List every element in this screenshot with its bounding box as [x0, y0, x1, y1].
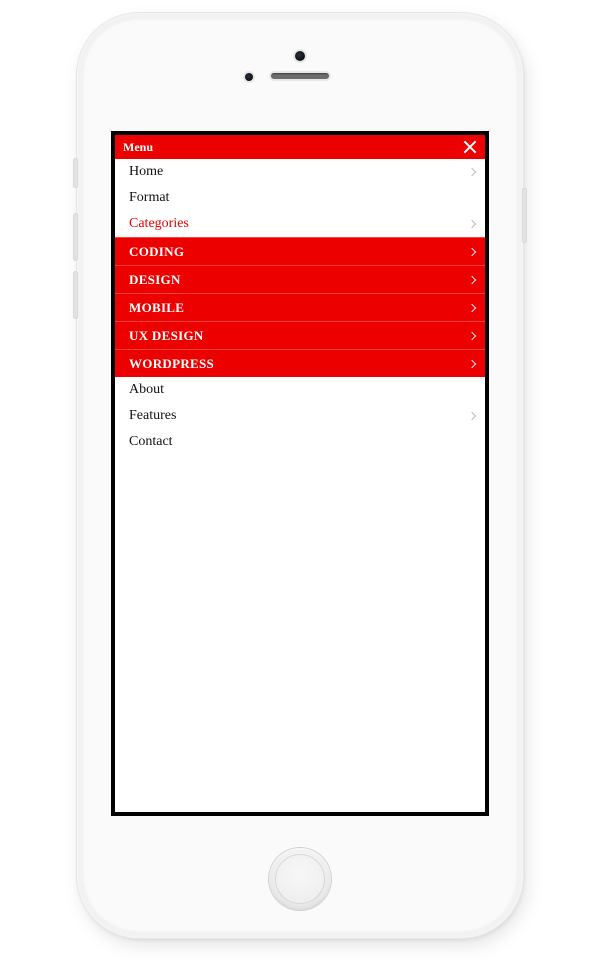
- volume-up[interactable]: [73, 213, 78, 261]
- menu-item-label: About: [129, 382, 475, 398]
- power-button[interactable]: [522, 188, 527, 243]
- chevron-right-icon: [468, 412, 476, 420]
- menu-header: Menu: [115, 135, 485, 159]
- home-button[interactable]: [269, 848, 331, 910]
- menu-item-label: Format: [129, 190, 475, 206]
- menu-list: Home Format Categories CODING DESIGN MOBILE UX…: [115, 159, 485, 455]
- menu-item-label: Home: [129, 164, 469, 180]
- submenu-item-label: UX DESIGN: [129, 328, 469, 344]
- submenu-item-label: MOBILE: [129, 300, 469, 316]
- chevron-right-icon: [468, 220, 476, 228]
- menu-item-categories[interactable]: Categories: [115, 211, 485, 237]
- volume-down[interactable]: [73, 271, 78, 319]
- chevron-right-icon: [468, 359, 476, 367]
- menu-item-home[interactable]: Home: [115, 159, 485, 185]
- mute-switch[interactable]: [73, 158, 78, 188]
- submenu-item-ux-design[interactable]: UX DESIGN: [115, 321, 485, 349]
- submenu-item-label: WORDPRESS: [129, 356, 469, 372]
- menu-item-label: Features: [129, 408, 469, 424]
- menu-item-contact[interactable]: Contact: [115, 429, 485, 455]
- proximity-sensor-icon: [245, 73, 253, 81]
- menu-item-about[interactable]: About: [115, 377, 485, 403]
- menu-title: Menu: [123, 140, 463, 155]
- submenu-item-label: DESIGN: [129, 272, 469, 288]
- front-camera-icon: [295, 51, 305, 61]
- submenu-item-label: CODING: [129, 244, 469, 260]
- submenu-item-wordpress[interactable]: WORDPRESS: [115, 349, 485, 377]
- chevron-right-icon: [468, 331, 476, 339]
- close-icon[interactable]: [463, 140, 477, 154]
- submenu-item-design[interactable]: DESIGN: [115, 265, 485, 293]
- menu-item-label: Contact: [129, 434, 475, 450]
- submenu-item-mobile[interactable]: MOBILE: [115, 293, 485, 321]
- chevron-right-icon: [468, 168, 476, 176]
- screen: Menu Home Format Categories CODING DESIGN MOB…: [111, 131, 489, 816]
- chevron-right-icon: [468, 275, 476, 283]
- speaker-grille: [271, 73, 329, 79]
- menu-item-features[interactable]: Features: [115, 403, 485, 429]
- submenu-item-coding[interactable]: CODING: [115, 237, 485, 265]
- phone-body: Menu Home Format Categories CODING DESIGN MOB…: [83, 19, 517, 932]
- menu-item-label: Categories: [129, 216, 469, 232]
- phone-frame: Menu Home Format Categories CODING DESIGN MOB…: [77, 13, 523, 938]
- chevron-right-icon: [468, 303, 476, 311]
- menu-item-format[interactable]: Format: [115, 185, 485, 211]
- chevron-right-icon: [468, 247, 476, 255]
